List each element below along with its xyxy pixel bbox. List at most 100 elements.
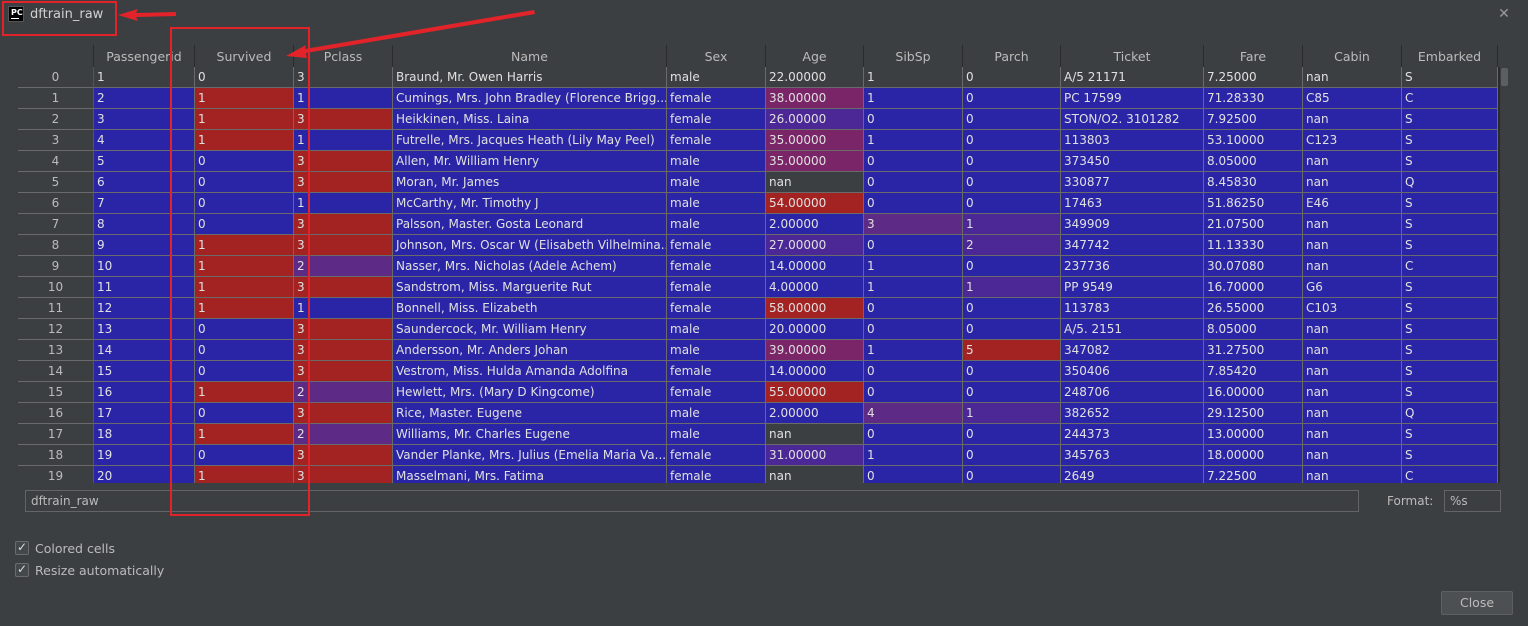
table-row[interactable]: 1 2 1 1 Cumings, Mrs. John Bradley (Florence… [18, 88, 1498, 109]
cell-pclass[interactable]: 3 [294, 172, 393, 193]
cell-passengerid[interactable]: 4 [94, 130, 195, 151]
cell-age[interactable]: 58.00000 [766, 298, 864, 319]
cell-sibsp[interactable]: 1 [864, 67, 963, 88]
cell-parch[interactable]: 0 [963, 256, 1061, 277]
cell-embarked[interactable]: C [1402, 88, 1498, 109]
cell-sex[interactable]: male [667, 151, 766, 172]
cell-sex[interactable]: male [667, 424, 766, 445]
cell-passengerid[interactable]: 2 [94, 88, 195, 109]
cell-embarked[interactable]: Q [1402, 172, 1498, 193]
table-row[interactable]: 12 13 0 3 Saundercock, Mr. William Henry male… [18, 319, 1498, 340]
cell-cabin[interactable]: E46 [1303, 193, 1402, 214]
cell-cabin[interactable]: nan [1303, 340, 1402, 361]
window-close-icon[interactable]: ✕ [1496, 6, 1512, 22]
cell-sex[interactable]: female [667, 235, 766, 256]
cell-sibsp[interactable]: 0 [864, 424, 963, 445]
cell-fare[interactable]: 8.45830 [1204, 172, 1303, 193]
cell-pclass[interactable]: 1 [294, 298, 393, 319]
cell-pclass[interactable]: 1 [294, 130, 393, 151]
cell-embarked[interactable]: S [1402, 382, 1498, 403]
cell-sibsp[interactable]: 1 [864, 340, 963, 361]
cell-fare[interactable]: 31.27500 [1204, 340, 1303, 361]
cell-parch[interactable]: 0 [963, 151, 1061, 172]
cell-embarked[interactable]: S [1402, 151, 1498, 172]
table-row[interactable]: 16 17 0 3 Rice, Master. Eugene male 2.00000 4 1 3… [18, 403, 1498, 424]
cell-survived[interactable]: 1 [195, 424, 294, 445]
resize-automatically-checkbox[interactable] [15, 562, 29, 577]
cell-sex[interactable]: male [667, 172, 766, 193]
cell-age[interactable]: 2.00000 [766, 403, 864, 424]
cell-name[interactable]: Heikkinen, Miss. Laina [393, 109, 667, 130]
cell-parch[interactable]: 0 [963, 193, 1061, 214]
cell-sex[interactable]: male [667, 67, 766, 88]
cell-ticket[interactable]: 113803 [1061, 130, 1204, 151]
cell-fare[interactable]: 8.05000 [1204, 319, 1303, 340]
cell-passengerid[interactable]: 3 [94, 109, 195, 130]
cell-parch[interactable]: 0 [963, 319, 1061, 340]
cell-age[interactable]: 35.00000 [766, 130, 864, 151]
cell-pclass[interactable]: 3 [294, 151, 393, 172]
cell-parch[interactable]: 0 [963, 88, 1061, 109]
cell-ticket[interactable]: A/5. 2151 [1061, 319, 1204, 340]
cell-sibsp[interactable]: 0 [864, 298, 963, 319]
cell-sibsp[interactable]: 0 [864, 193, 963, 214]
cell-fare[interactable]: 11.13330 [1204, 235, 1303, 256]
cell-embarked[interactable]: S [1402, 445, 1498, 466]
table-row[interactable]: 9 10 1 2 Nasser, Mrs. Nicholas (Adele Achem)… [18, 256, 1498, 277]
table-row[interactable]: 3 4 1 1 Futrelle, Mrs. Jacques Heath (Lily M… [18, 130, 1498, 151]
cell-parch[interactable]: 0 [963, 361, 1061, 382]
cell-cabin[interactable]: nan [1303, 466, 1402, 483]
cell-age[interactable]: nan [766, 466, 864, 483]
scrollbar-thumb[interactable] [1501, 68, 1508, 86]
cell-embarked[interactable]: S [1402, 424, 1498, 445]
cell-parch[interactable]: 1 [963, 277, 1061, 298]
column-header-survived[interactable]: Survived [195, 45, 294, 67]
data-table[interactable]: Passengerid Survived Pclass Name Sex Age SibSp… [18, 45, 1510, 483]
cell-fare[interactable]: 16.70000 [1204, 277, 1303, 298]
cell-embarked[interactable]: S [1402, 109, 1498, 130]
cell-cabin[interactable]: nan [1303, 424, 1402, 445]
cell-age[interactable]: 4.00000 [766, 277, 864, 298]
cell-fare[interactable]: 51.86250 [1204, 193, 1303, 214]
cell-sibsp[interactable]: 1 [864, 256, 963, 277]
cell-fare[interactable]: 7.25000 [1204, 67, 1303, 88]
cell-ticket[interactable]: 330877 [1061, 172, 1204, 193]
cell-embarked[interactable]: S [1402, 67, 1498, 88]
cell-passengerid[interactable]: 14 [94, 340, 195, 361]
cell-fare[interactable]: 18.00000 [1204, 445, 1303, 466]
cell-passengerid[interactable]: 20 [94, 466, 195, 483]
cell-parch[interactable]: 0 [963, 466, 1061, 483]
cell-ticket[interactable]: 350406 [1061, 361, 1204, 382]
cell-sex[interactable]: female [667, 298, 766, 319]
cell-parch[interactable]: 5 [963, 340, 1061, 361]
column-header-cabin[interactable]: Cabin [1303, 45, 1402, 67]
cell-passengerid[interactable]: 15 [94, 361, 195, 382]
column-header-ticket[interactable]: Ticket [1061, 45, 1204, 67]
cell-passengerid[interactable]: 12 [94, 298, 195, 319]
cell-ticket[interactable]: 347082 [1061, 340, 1204, 361]
cell-sibsp[interactable]: 0 [864, 382, 963, 403]
cell-sibsp[interactable]: 0 [864, 109, 963, 130]
cell-survived[interactable]: 0 [195, 340, 294, 361]
cell-sibsp[interactable]: 4 [864, 403, 963, 424]
cell-name[interactable]: Hewlett, Mrs. (Mary D Kingcome) [393, 382, 667, 403]
cell-fare[interactable]: 29.12500 [1204, 403, 1303, 424]
table-row[interactable]: 10 11 1 3 Sandstrom, Miss. Marguerite Rut fem… [18, 277, 1498, 298]
format-input[interactable]: %s [1444, 490, 1501, 512]
vertical-scrollbar[interactable] [1500, 67, 1510, 483]
cell-fare[interactable]: 16.00000 [1204, 382, 1303, 403]
cell-name[interactable]: Vander Planke, Mrs. Julius (Emelia Maria… [393, 445, 667, 466]
cell-ticket[interactable]: 373450 [1061, 151, 1204, 172]
cell-embarked[interactable]: S [1402, 235, 1498, 256]
table-row[interactable]: 13 14 0 3 Andersson, Mr. Anders Johan male 39.… [18, 340, 1498, 361]
cell-cabin[interactable]: nan [1303, 403, 1402, 424]
cell-survived[interactable]: 0 [195, 151, 294, 172]
close-button[interactable]: Close [1441, 591, 1513, 615]
cell-cabin[interactable]: nan [1303, 319, 1402, 340]
cell-pclass[interactable]: 3 [294, 466, 393, 483]
cell-passengerid[interactable]: 9 [94, 235, 195, 256]
cell-pclass[interactable]: 2 [294, 256, 393, 277]
cell-age[interactable]: nan [766, 424, 864, 445]
cell-name[interactable]: Williams, Mr. Charles Eugene [393, 424, 667, 445]
cell-cabin[interactable]: nan [1303, 151, 1402, 172]
